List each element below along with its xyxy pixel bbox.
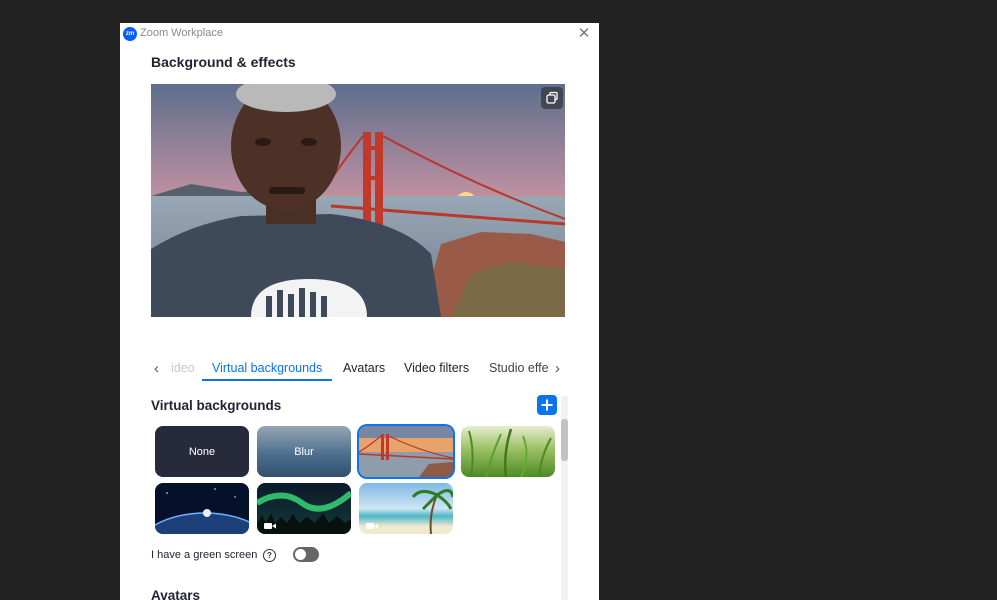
tab-studio-effects[interactable]: Studio effe [489,361,549,375]
tab-scroll-right-button[interactable]: › [555,358,560,380]
active-tab-indicator [202,379,332,381]
background-none[interactable]: None [155,426,249,477]
pop-out-button[interactable] [541,87,563,109]
zoom-logo-icon: zm [123,27,137,41]
green-screen-toggle[interactable] [293,547,319,562]
settings-window: zm Zoom Workplace ✕ Background & effects [120,23,599,600]
chevron-left-icon: ‹ [154,360,159,377]
golden-gate-thumbnail [359,426,453,477]
background-blur[interactable]: Blur [257,426,351,477]
scrollbar-thumb[interactable] [561,419,568,461]
avatars-heading: Avatars [151,588,201,600]
close-button[interactable]: ✕ [575,25,593,43]
video-preview [151,84,565,317]
chevron-right-icon: › [555,360,560,377]
background-golden-gate[interactable] [359,426,453,477]
close-icon: ✕ [577,25,591,42]
tab-video[interactable]: ideo [171,361,195,375]
help-icon[interactable]: ? [263,549,276,562]
aurora-thumbnail [257,490,351,534]
add-background-button[interactable] [537,395,557,415]
grass-thumbnail [468,428,552,477]
video-camera-icon [366,523,374,529]
background-blur-label: Blur [294,445,314,458]
page-title: Background & effects [151,54,296,70]
pop-out-icon [546,91,558,104]
background-beach[interactable] [359,483,453,534]
background-earth[interactable] [155,483,249,534]
window-title: Zoom Workplace [140,27,223,39]
background-aurora[interactable] [257,483,351,534]
background-grass[interactable] [461,426,555,477]
toggle-knob [295,549,306,560]
video-preview-image [151,84,565,317]
tab-virtual-backgrounds[interactable]: Virtual backgrounds [212,361,322,375]
tab-video-filters[interactable]: Video filters [404,361,469,375]
beach-thumbnail [366,489,453,534]
background-none-label: None [188,445,216,458]
tab-scroll-left-button[interactable]: ‹ [154,358,159,380]
title-bar: zm Zoom Workplace ✕ [120,23,599,45]
effects-tab-bar: ‹ ideo Virtual backgrounds Avatars Video… [151,358,565,382]
earth-thumbnail [155,488,249,534]
green-screen-label: I have a green screen [151,549,258,561]
video-camera-icon [264,523,272,529]
virtual-backgrounds-heading: Virtual backgrounds [151,398,282,413]
tab-avatars[interactable]: Avatars [343,361,385,375]
